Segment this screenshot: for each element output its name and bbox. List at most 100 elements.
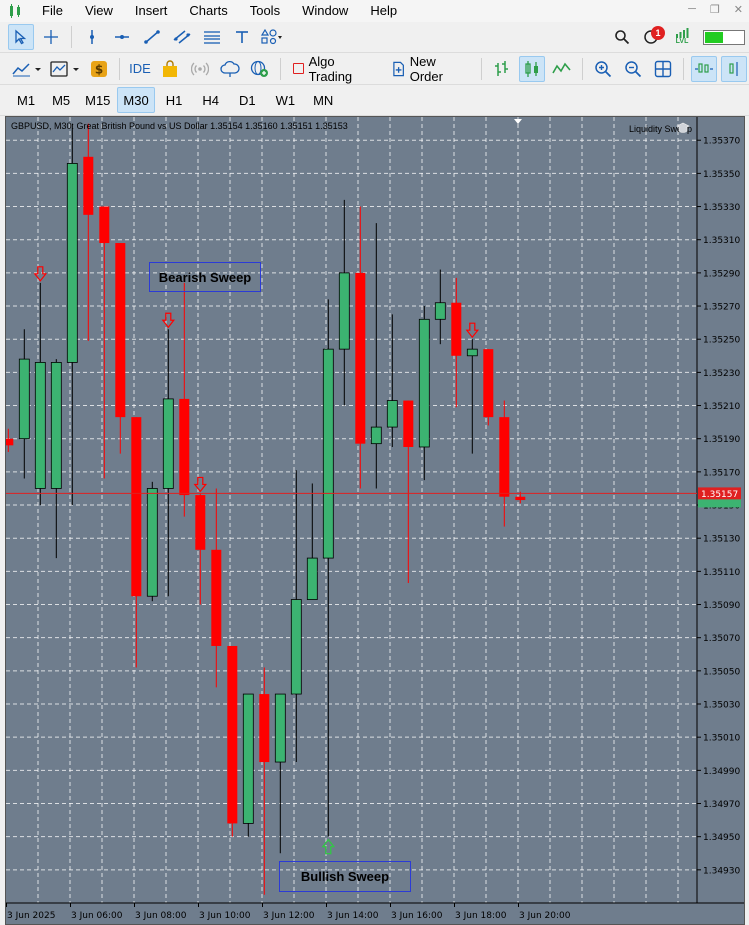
menu-window[interactable]: Window xyxy=(291,0,359,22)
crosshair-tool-button[interactable] xyxy=(38,24,64,50)
trend-line-button[interactable] xyxy=(139,24,165,50)
bearish-candle xyxy=(115,243,126,418)
app-logo-icon xyxy=(7,4,23,18)
timeframe-mn[interactable]: MN xyxy=(308,87,338,113)
bullish-sweep-label: Bullish Sweep xyxy=(279,861,411,892)
chart-background xyxy=(6,117,744,924)
ide-button[interactable]: IDE xyxy=(127,56,153,82)
text-tool-icon xyxy=(236,31,248,43)
price-tick-label: 1.35050 xyxy=(703,667,740,677)
timeframe-m5[interactable]: M5 xyxy=(47,87,75,113)
bar-chart-button[interactable] xyxy=(489,56,515,82)
chart-shift-button[interactable] xyxy=(721,55,748,82)
chart-title: GBPUSD, M30: Great British Pound vs US D… xyxy=(11,121,348,131)
tile-windows-button[interactable] xyxy=(650,56,676,82)
toolbar-separator xyxy=(118,57,120,80)
bullish-candle xyxy=(322,348,334,559)
zoom-out-button[interactable] xyxy=(620,56,646,82)
bearish-candle xyxy=(227,645,238,824)
community-button[interactable] xyxy=(247,56,273,82)
shapes-button[interactable] xyxy=(259,24,285,50)
menu-insert[interactable]: Insert xyxy=(124,0,179,22)
fibonacci-button[interactable] xyxy=(199,24,225,50)
chart-template-icon xyxy=(50,60,79,77)
channel-button[interactable] xyxy=(169,24,195,50)
indicator-settings-icon[interactable] xyxy=(676,122,690,134)
bearish-candle xyxy=(195,495,206,550)
toolbar-separator xyxy=(582,57,584,80)
menu-help[interactable]: Help xyxy=(359,0,408,22)
menu-tools[interactable]: Tools xyxy=(239,0,291,22)
search-button[interactable] xyxy=(609,24,635,50)
drawing-toolbar: 1 LVL xyxy=(0,22,749,53)
menu-file[interactable]: File xyxy=(31,0,74,22)
toolbar-separator xyxy=(71,26,72,48)
time-tick-label: 3 Jun 14:00 xyxy=(327,911,379,921)
timeframe-d1[interactable]: D1 xyxy=(234,87,261,113)
price-tick-label: 1.34990 xyxy=(703,767,740,777)
vertical-line-icon xyxy=(90,30,94,44)
text-tool-button[interactable] xyxy=(229,24,255,50)
time-tick-label: 3 Jun 08:00 xyxy=(135,911,187,921)
chart-window[interactable]: 1.35370 1.35350 1.35330 1.35310 1.35290 1.352… xyxy=(5,116,745,925)
bearish-candle xyxy=(99,206,110,244)
timeframe-h1[interactable]: H1 xyxy=(161,87,188,113)
notification-badge: 1 xyxy=(651,26,665,40)
timeframe-m1[interactable]: M1 xyxy=(12,87,40,113)
window-controls: ─ ❐ ✕ xyxy=(688,3,743,16)
auto-scroll-button[interactable] xyxy=(691,55,718,82)
price-tick-label: 1.35190 xyxy=(703,435,740,445)
chart-type-button[interactable] xyxy=(10,56,44,82)
signal-bars-icon xyxy=(676,28,689,38)
price-chart[interactable]: 1.35370 1.35350 1.35330 1.35310 1.35290 1.352… xyxy=(6,117,745,925)
price-tick-label: 1.35130 xyxy=(703,535,740,545)
bullish-candle xyxy=(370,426,382,445)
signal-strength-button[interactable]: LVL xyxy=(669,24,695,50)
dollar-coin-icon: $ xyxy=(90,60,107,77)
minimize-icon[interactable]: ─ xyxy=(688,3,696,16)
bullish-candle xyxy=(242,693,254,824)
timeframe-h4[interactable]: H4 xyxy=(197,87,224,113)
vertical-line-button[interactable] xyxy=(79,24,105,50)
line-chart-button[interactable] xyxy=(549,56,575,82)
signals-button[interactable] xyxy=(187,56,213,82)
market-button[interactable]: $ xyxy=(86,56,112,82)
price-tick-label: 1.35290 xyxy=(703,269,740,279)
algo-trading-button[interactable]: Algo Trading xyxy=(288,54,382,84)
bearish-sweep-label: Bearish Sweep xyxy=(149,262,261,292)
price-tick-label: 1.35230 xyxy=(703,369,740,379)
time-tick-label: 3 Jun 2025 xyxy=(7,911,55,921)
time-tick-label: 3 Jun 18:00 xyxy=(455,911,507,921)
price-tick-label: 1.35090 xyxy=(703,601,740,611)
price-tick-label: 1.35210 xyxy=(703,402,740,412)
broadcast-icon xyxy=(191,62,210,75)
notifications-button[interactable]: 1 xyxy=(639,24,665,50)
menu-view[interactable]: View xyxy=(74,0,124,22)
horizontal-line-button[interactable] xyxy=(109,24,135,50)
price-tick-label: 1.35310 xyxy=(703,236,740,246)
svg-text:$: $ xyxy=(95,62,103,76)
price-tick-label: 1.34950 xyxy=(703,833,740,843)
timeframe-m15[interactable]: M15 xyxy=(80,87,115,113)
new-order-button[interactable]: New Order xyxy=(387,54,475,84)
restore-icon[interactable]: ❐ xyxy=(710,3,720,16)
current-price-label: 1.35157 xyxy=(701,490,738,500)
candlestick-chart-button[interactable] xyxy=(519,55,546,82)
bullish-candle xyxy=(290,599,302,695)
time-tick-label: 3 Jun 16:00 xyxy=(391,911,443,921)
chart-templates-button[interactable] xyxy=(48,56,82,82)
bullish-candle xyxy=(162,398,174,489)
auto-scroll-icon xyxy=(695,62,714,73)
menu-charts[interactable]: Charts xyxy=(178,0,238,22)
price-tick-label: 1.35250 xyxy=(703,336,740,346)
shop-button[interactable] xyxy=(157,56,183,82)
bearish-candle xyxy=(211,549,222,646)
bearish-candle xyxy=(179,398,190,496)
timeframe-w1[interactable]: W1 xyxy=(271,87,301,113)
cursor-tool-button[interactable] xyxy=(8,24,34,50)
line-chart-icon xyxy=(552,62,571,73)
zoom-in-button[interactable] xyxy=(590,56,616,82)
vps-button[interactable] xyxy=(217,56,243,82)
timeframe-m30[interactable]: M30 xyxy=(117,87,155,113)
close-icon[interactable]: ✕ xyxy=(734,3,743,16)
